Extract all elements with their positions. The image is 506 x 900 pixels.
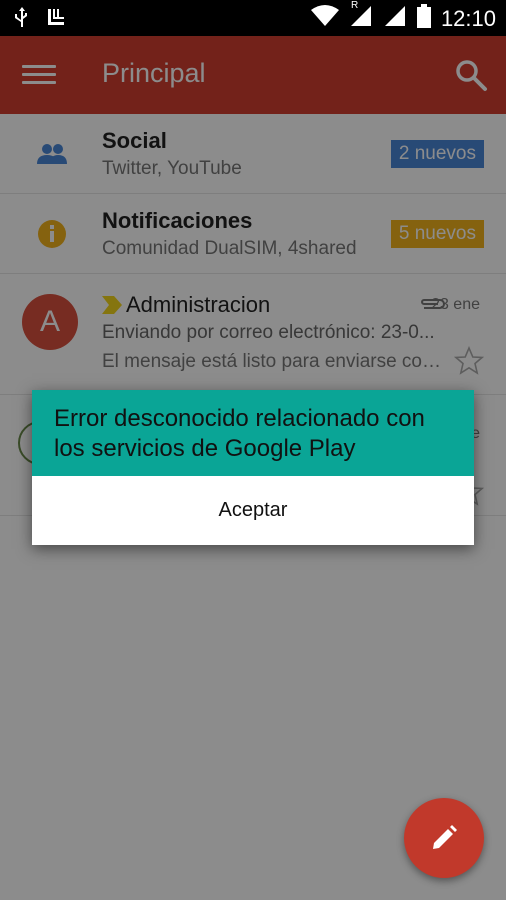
usb-icon [14, 6, 30, 33]
notification-icon [46, 7, 66, 32]
status-time: 12:10 [440, 5, 496, 31]
status-bar: R 12:10 [0, 0, 506, 36]
error-dialog: Error desconocido relacionado con los se… [32, 390, 474, 545]
battery-icon [416, 4, 431, 33]
signal-icon: R [349, 0, 373, 33]
accept-button[interactable]: Aceptar [32, 476, 474, 545]
pencil-icon [433, 825, 457, 849]
signal-roaming-label: R [350, 0, 359, 11]
signal-icon-2 [383, 4, 407, 33]
dialog-title: Error desconocido relacionado con los se… [54, 405, 425, 462]
wifi-icon [310, 5, 339, 32]
compose-button[interactable] [404, 798, 484, 878]
dialog-header: Error desconocido relacionado con los se… [32, 390, 474, 476]
